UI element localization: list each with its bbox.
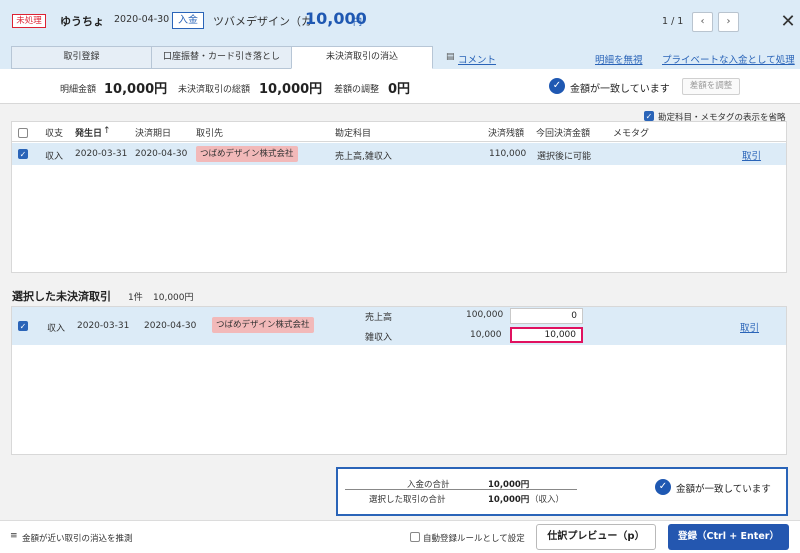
next-button[interactable]: › xyxy=(718,12,739,32)
hide-account-checkbox[interactable]: ✓ xyxy=(644,111,654,121)
transaction-date: 2020-04-30 xyxy=(114,14,170,25)
selected-kind: 収入 xyxy=(47,324,66,334)
col-kind: 収支 xyxy=(45,129,64,139)
row-date: 2020-03-31 xyxy=(75,149,128,159)
row-transaction-link[interactable]: 取引 xyxy=(742,148,761,162)
comment-link[interactable]: コメント xyxy=(458,52,496,66)
auto-rule-label: 自動登録ルールとして設定 xyxy=(423,534,525,544)
currency-unit: 円 xyxy=(353,18,363,28)
row-kind: 収入 xyxy=(45,152,64,162)
match-status-text: 金額が一致しています xyxy=(570,84,670,95)
type-badge: 入金 xyxy=(172,12,204,29)
private-deposit-link[interactable]: プライベートな入金として処理 xyxy=(662,52,795,66)
guess-reconcile-link[interactable]: 金額が近い取引の消込を推測 xyxy=(22,532,133,544)
col-partner: 取引先 xyxy=(196,129,224,139)
select-all-checkbox[interactable] xyxy=(18,128,28,138)
header-divider xyxy=(12,141,786,142)
list-icon: ≡ xyxy=(10,531,18,541)
col-memo: メモタグ xyxy=(613,129,650,139)
selected-row-checkbox[interactable]: ✓ xyxy=(18,321,28,331)
col-due: 決済期日 xyxy=(135,129,172,139)
totals-divider xyxy=(345,489,577,490)
line-amount-sales: 100,000 xyxy=(466,310,504,320)
tab-account-transfer[interactable]: 口座振替・カード引き落とし xyxy=(151,46,292,69)
row-checkbox[interactable]: ✓ xyxy=(18,149,28,159)
prev-button[interactable]: ‹ xyxy=(692,12,713,32)
difference-label: 差額の調整 xyxy=(334,85,380,95)
adjust-difference-button[interactable]: 差額を調整 xyxy=(682,78,740,95)
match-check-icon: ✓ xyxy=(549,78,565,94)
tab-reconcile[interactable]: 未決済取引の消込 xyxy=(291,46,433,69)
statement-amount-value: 10,000円 xyxy=(104,82,168,97)
register-button[interactable]: 登録（Ctrl + Enter） xyxy=(668,524,789,550)
transaction-description: ツバメデザイン（カ xyxy=(213,15,312,28)
unsettled-total-value: 10,000円 xyxy=(259,82,323,97)
row-remaining: 110,000 xyxy=(489,149,527,159)
selected-total-value: 10,000円 xyxy=(488,495,530,505)
sort-asc-icon[interactable]: ↑ xyxy=(103,126,111,136)
row-pay-amount: 選択後に可能 xyxy=(537,152,592,162)
selected-date: 2020-03-31 xyxy=(77,321,130,331)
selected-transaction-link[interactable]: 取引 xyxy=(740,320,759,334)
pager-text: 1 / 1 xyxy=(662,16,684,27)
difference-value: 0円 xyxy=(388,82,411,97)
selected-partner-tag: つばめデザイン株式会社 xyxy=(212,317,314,333)
line-account-misc: 雑収入 xyxy=(365,333,393,343)
status-badge: 未処理 xyxy=(12,14,46,28)
col-pay-amount: 今回決済金額 xyxy=(536,129,591,139)
close-icon[interactable]: ✕ xyxy=(779,12,797,32)
col-date[interactable]: 発生日 xyxy=(75,126,102,139)
selected-total-label: 選択した取引の合計 xyxy=(369,495,446,505)
row-account: 売上高,雑収入 xyxy=(335,152,392,162)
col-account: 勘定科目 xyxy=(335,129,372,139)
ignore-statement-link[interactable]: 明細を無視 xyxy=(595,52,643,66)
col-remaining: 決済残額 xyxy=(488,129,525,139)
bank-name: ゆうちょ xyxy=(60,15,104,28)
table-row[interactable] xyxy=(12,143,786,165)
statement-amount-label: 明細金額 xyxy=(60,85,97,95)
line-account-sales: 売上高 xyxy=(365,313,393,323)
selected-title: 選択した未決済取引 xyxy=(12,290,111,303)
unsettled-total-label: 未決済取引の総額 xyxy=(178,85,251,95)
pay-amount-input-sales[interactable]: 0 xyxy=(510,308,583,324)
totals-match-text: 金額が一致しています xyxy=(676,484,771,495)
line-amount-misc: 10,000 xyxy=(470,330,502,340)
journal-preview-button[interactable]: 仕訳プレビュー（p） xyxy=(536,524,656,550)
auto-rule-checkbox[interactable] xyxy=(410,532,420,542)
selected-amount: 10,000円 xyxy=(153,293,194,303)
tab-register[interactable]: 取引登録 xyxy=(11,46,152,69)
comment-icon: ▤ xyxy=(446,52,455,62)
partner-tag: つばめデザイン株式会社 xyxy=(196,146,298,162)
selected-count: 1件 xyxy=(128,293,143,303)
totals-match-check-icon: ✓ xyxy=(655,479,671,495)
pay-amount-input-misc[interactable]: 10,000 xyxy=(510,327,583,343)
selected-due: 2020-04-30 xyxy=(144,321,197,331)
selected-total-note: （収入） xyxy=(530,495,565,505)
row-due: 2020-04-30 xyxy=(135,149,188,159)
